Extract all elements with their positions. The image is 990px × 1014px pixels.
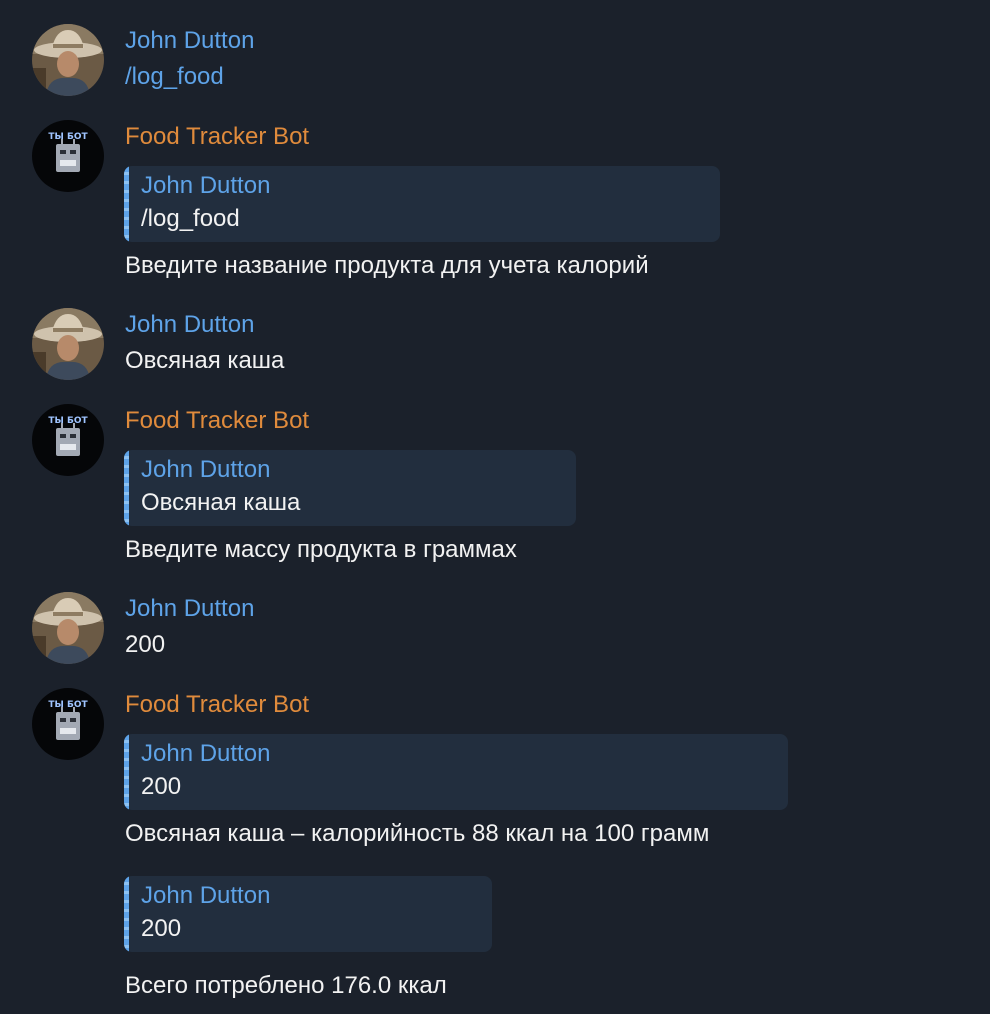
bot-avatar[interactable]: ТЫ БОТ (32, 120, 104, 192)
quote-text: 200 (141, 773, 182, 800)
user-avatar[interactable] (32, 308, 104, 380)
robot-avatar-icon: ТЫ БОТ (32, 688, 104, 760)
quote-text: Овсяная каша (141, 489, 301, 516)
chat-history: John Dutton /log_food ТЫ БОТ Food Tracke… (0, 0, 990, 1014)
quote-sender: John Dutton (141, 456, 271, 483)
bot-avatar[interactable]: ТЫ БОТ (32, 404, 104, 476)
robot-avatar-icon: ТЫ БОТ (32, 404, 104, 476)
reply-quote[interactable]: John Dutton 200 (124, 734, 788, 810)
bot-command-link[interactable]: /log_food (125, 62, 224, 92)
sender-name[interactable]: John Dutton (125, 26, 254, 56)
message-text: Овсяная каша – калорийность 88 ккал на 1… (125, 820, 710, 847)
quote-sender: John Dutton (141, 172, 271, 199)
svg-text:ТЫ БОТ: ТЫ БОТ (48, 132, 88, 142)
quote-bar (124, 450, 129, 526)
reply-quote[interactable]: John Dutton Овсяная каша (124, 450, 576, 526)
cowboy-photo-avatar-icon (32, 24, 104, 96)
user-avatar[interactable] (32, 592, 104, 664)
sender-name[interactable]: Food Tracker Bot (125, 690, 309, 720)
quote-bar (124, 734, 129, 810)
cowboy-photo-avatar-icon (32, 308, 104, 380)
quote-text: 200 (141, 915, 182, 942)
sender-name[interactable]: John Dutton (125, 594, 254, 624)
sender-name[interactable]: John Dutton (125, 310, 254, 340)
quote-sender: John Dutton (141, 740, 271, 767)
reply-quote[interactable]: John Dutton 200 (124, 876, 492, 952)
quote-text: /log_food (141, 205, 240, 232)
message-text: Всего потреблено 176.0 ккал (125, 972, 447, 999)
message-text: Введите массу продукта в граммах (125, 536, 517, 563)
svg-text:ТЫ БОТ: ТЫ БОТ (48, 700, 88, 710)
sender-name[interactable]: Food Tracker Bot (125, 406, 309, 436)
quote-sender: John Dutton (141, 882, 271, 909)
message-text: Введите название продукта для учета кало… (125, 252, 649, 279)
cowboy-photo-avatar-icon (32, 592, 104, 664)
user-avatar[interactable] (32, 24, 104, 96)
svg-text:ТЫ БОТ: ТЫ БОТ (48, 416, 88, 426)
robot-avatar-icon: ТЫ БОТ (32, 120, 104, 192)
reply-quote[interactable]: John Dutton /log_food (124, 166, 720, 242)
quote-bar (124, 876, 129, 952)
sender-name[interactable]: Food Tracker Bot (125, 122, 309, 152)
message-text: Овсяная каша (125, 347, 285, 374)
quote-bar (124, 166, 129, 242)
message-text: 200 (125, 631, 166, 658)
bot-avatar[interactable]: ТЫ БОТ (32, 688, 104, 760)
